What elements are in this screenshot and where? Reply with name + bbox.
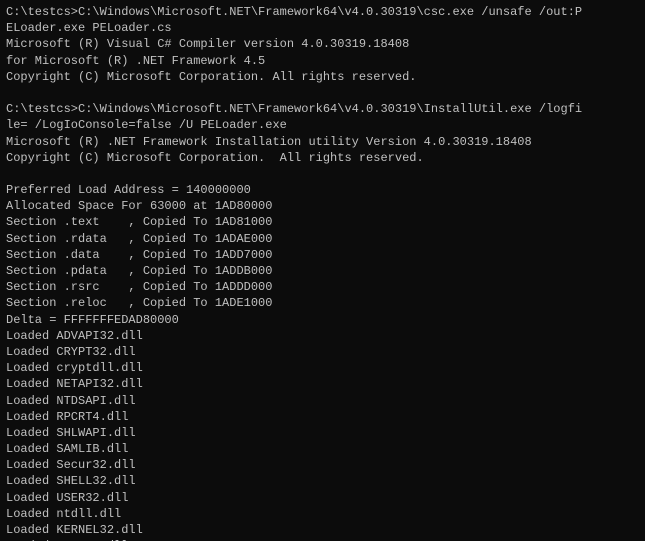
terminal-line: Microsoft (R) Visual C# Compiler version… xyxy=(6,36,639,52)
terminal-line: ELoader.exe PELoader.cs xyxy=(6,20,639,36)
terminal-line: Section .rsrc , Copied To 1ADDD000 xyxy=(6,279,639,295)
terminal-line: Loaded ntdll.dll xyxy=(6,506,639,522)
terminal-line: Loaded cryptdll.dll xyxy=(6,360,639,376)
terminal-line xyxy=(6,166,639,182)
terminal-line: Loaded NETAPI32.dll xyxy=(6,376,639,392)
terminal-line: Copyright (C) Microsoft Corporation. All… xyxy=(6,69,639,85)
terminal-line: le= /LogIoConsole=false /U PELoader.exe xyxy=(6,117,639,133)
terminal-line: C:\testcs>C:\Windows\Microsoft.NET\Frame… xyxy=(6,101,639,117)
terminal-line: Loaded ADVAPI32.dll xyxy=(6,328,639,344)
terminal-line: Section .data , Copied To 1ADD7000 xyxy=(6,247,639,263)
terminal-line: Section .text , Copied To 1AD81000 xyxy=(6,214,639,230)
terminal-line: Loaded SAMLIB.dll xyxy=(6,441,639,457)
terminal-line: Preferred Load Address = 140000000 xyxy=(6,182,639,198)
terminal-line: for Microsoft (R) .NET Framework 4.5 xyxy=(6,53,639,69)
terminal-line: Loaded CRYPT32.dll xyxy=(6,344,639,360)
terminal-line xyxy=(6,85,639,101)
terminal-line: Loaded RPCRT4.dll xyxy=(6,409,639,425)
terminal-line: Loaded USER32.dll xyxy=(6,490,639,506)
terminal-line: Section .rdata , Copied To 1ADAE000 xyxy=(6,231,639,247)
terminal-line: Loaded SHLWAPI.dll xyxy=(6,425,639,441)
terminal-line: Section .reloc , Copied To 1ADE1000 xyxy=(6,295,639,311)
terminal-line: Loaded KERNEL32.dll xyxy=(6,522,639,538)
terminal-line: Loaded SHELL32.dll xyxy=(6,473,639,489)
terminal-line: Allocated Space For 63000 at 1AD80000 xyxy=(6,198,639,214)
terminal-line: Microsoft (R) .NET Framework Installatio… xyxy=(6,134,639,150)
terminal-line: C:\testcs>C:\Windows\Microsoft.NET\Frame… xyxy=(6,4,639,20)
terminal-line: Loaded NTDSAPI.dll xyxy=(6,393,639,409)
terminal-window: C:\testcs>C:\Windows\Microsoft.NET\Frame… xyxy=(0,0,645,541)
terminal-line: Copyright (C) Microsoft Corporation. All… xyxy=(6,150,639,166)
terminal-line: Delta = FFFFFFFEDAD80000 xyxy=(6,312,639,328)
terminal-line: Loaded Secur32.dll xyxy=(6,457,639,473)
terminal-output: C:\testcs>C:\Windows\Microsoft.NET\Frame… xyxy=(6,4,639,541)
terminal-line: Section .pdata , Copied To 1ADDB000 xyxy=(6,263,639,279)
